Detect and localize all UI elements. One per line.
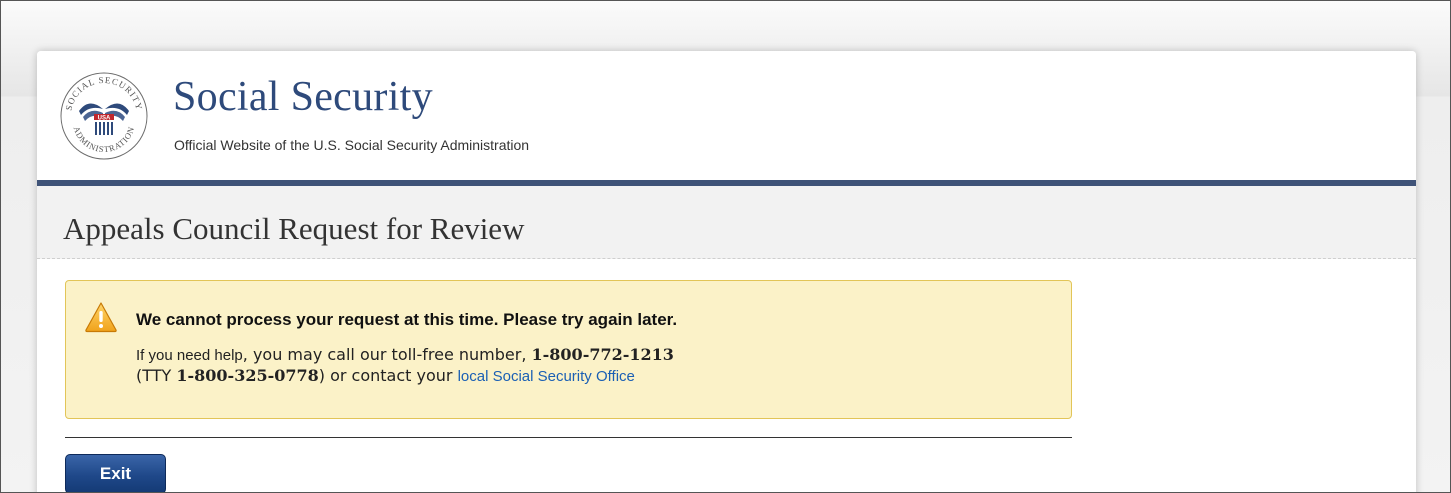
warning-triangle-icon <box>85 302 117 333</box>
local-office-link[interactable]: local Social Security Office <box>458 368 635 385</box>
site-header: SOCIAL SECURITY ADMINISTRATION USA Socia… <box>37 51 1416 181</box>
site-title[interactable]: Social Security <box>173 73 433 121</box>
help-text: , you may call our toll-free number, <box>242 345 532 364</box>
page-card: SOCIAL SECURITY ADMINISTRATION USA Socia… <box>37 51 1416 492</box>
alert-help-line: If you need help, you may call our toll-… <box>136 345 674 364</box>
tty-text: ) or contact your <box>318 366 458 385</box>
svg-text:USA: USA <box>98 116 111 122</box>
error-alert: We cannot process your request at this t… <box>65 280 1072 419</box>
page-title: Appeals Council Request for Review <box>63 211 525 246</box>
alert-heading: We cannot process your request at this t… <box>136 310 678 329</box>
site-subtitle: Official Website of the U.S. Social Secu… <box>174 137 530 153</box>
page-title-band: Appeals Council Request for Review <box>37 186 1416 259</box>
browser-viewport: SOCIAL SECURITY ADMINISTRATION USA Socia… <box>0 0 1451 493</box>
toll-free-number: 1-800-772-1213 <box>531 345 674 364</box>
help-prefix: If you need help <box>136 347 243 364</box>
tty-open: (TTY <box>136 366 177 385</box>
tty-number: 1-800-325-0778 <box>176 366 319 385</box>
content-divider <box>65 437 1072 438</box>
exit-button[interactable]: Exit <box>65 454 166 492</box>
ssa-seal-logo[interactable]: SOCIAL SECURITY ADMINISTRATION USA <box>59 71 149 161</box>
alert-tty-line: (TTY 1-800-325-0778) or contact your loc… <box>136 366 635 385</box>
